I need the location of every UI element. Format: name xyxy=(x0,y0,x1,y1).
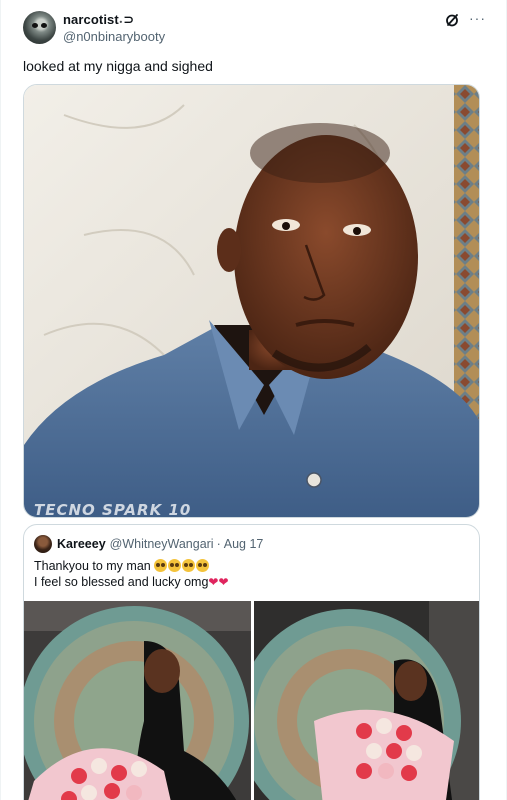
tweet-photo[interactable]: TECNO SPARK 10 xyxy=(23,84,480,518)
pleading-face-icon xyxy=(154,559,168,572)
quote-text: Thankyou to my man I feel so blessed and… xyxy=(34,558,229,590)
money-bouquet-image-right xyxy=(254,601,479,800)
tweet-text: looked at my nigga and sighed xyxy=(23,58,213,74)
tweet-container: narcotist˖⊃ @n0nbinarybooty ··· looked a… xyxy=(0,0,507,800)
quote-line-2-text: I feel so blessed and lucky omg xyxy=(34,575,209,589)
quoted-tweet[interactable]: Kareeey @WhitneyWangari · Aug 17 Thankyo… xyxy=(23,524,480,800)
quote-avatar[interactable] xyxy=(34,535,52,553)
quote-date[interactable]: Aug 17 xyxy=(224,537,264,551)
pleading-face-emojis xyxy=(154,559,210,572)
quote-line-1-text: Thankyou to my man xyxy=(34,559,151,573)
quote-separator: · xyxy=(216,537,221,551)
display-name[interactable]: narcotist˖⊃ xyxy=(63,12,165,28)
tweet-header: narcotist˖⊃ @n0nbinarybooty ··· xyxy=(23,10,486,46)
man-portrait-image xyxy=(24,85,479,517)
heart-icon: ❤❤ xyxy=(208,575,229,589)
quote-photo-left[interactable] xyxy=(24,601,251,800)
quote-handle[interactable]: @WhitneyWangari xyxy=(110,537,214,551)
pleading-face-icon xyxy=(196,559,210,572)
grok-icon[interactable] xyxy=(444,12,460,28)
avatar-eye-right xyxy=(41,23,47,28)
quote-header: Kareeey @WhitneyWangari · Aug 17 xyxy=(34,535,263,553)
user-avatar[interactable] xyxy=(23,11,56,44)
quote-line-1: Thankyou to my man xyxy=(34,558,229,574)
pleading-face-icon xyxy=(168,559,182,572)
avatar-eye-left xyxy=(32,23,38,28)
quote-display-name[interactable]: Kareeey xyxy=(57,537,106,551)
user-handle[interactable]: @n0nbinarybooty xyxy=(63,29,165,45)
more-icon[interactable]: ··· xyxy=(469,10,486,26)
quote-photo-right[interactable] xyxy=(254,601,479,800)
camera-watermark: TECNO SPARK 10 xyxy=(34,501,192,518)
money-bouquet-image-left xyxy=(24,601,251,800)
pleading-face-icon xyxy=(182,559,196,572)
quote-line-2: I feel so blessed and lucky omg❤❤ xyxy=(34,574,229,590)
user-names: narcotist˖⊃ @n0nbinarybooty xyxy=(63,12,165,45)
